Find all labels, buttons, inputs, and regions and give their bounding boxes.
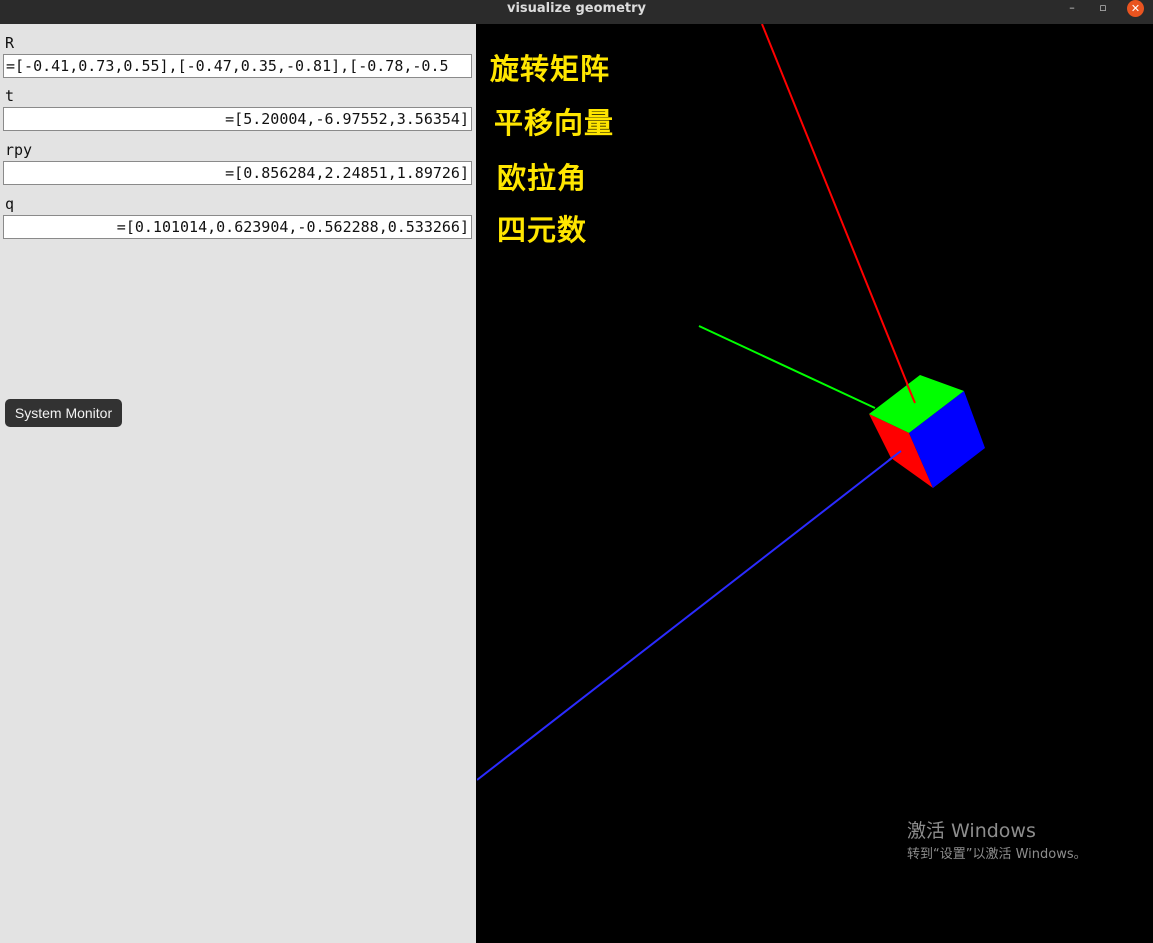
rotation-matrix-annotation: 旋转矩阵: [490, 52, 611, 86]
maximize-button[interactable]: ▫: [1093, 0, 1113, 17]
quaternion-annotation: 四元数: [497, 213, 588, 247]
z-axis-line: [477, 450, 902, 781]
x-axis-line: [761, 24, 916, 404]
translation-label: t: [5, 87, 15, 105]
quaternion-field[interactable]: =[0.101014,0.623904,-0.562288,0.533266]: [3, 215, 472, 239]
euler-angle-annotation: 欧拉角: [497, 161, 588, 195]
translation-field[interactable]: =[5.20004,-6.97552,3.56354]: [3, 107, 472, 131]
activation-watermark-subtitle: 转到“设置”以激活 Windows。: [907, 847, 1087, 862]
y-axis-line: [698, 325, 876, 409]
app-window: visualize geometry – ▫ ✕ R =[-0.41,0.73,…: [0, 0, 1153, 943]
title-bar[interactable]: visualize geometry – ▫ ✕: [0, 0, 1153, 24]
window-title: visualize geometry: [506, 1, 647, 16]
quaternion-label: q: [5, 195, 15, 213]
rpy-field[interactable]: =[0.856284,2.24851,1.89726]: [3, 161, 472, 185]
3d-viewport[interactable]: 旋转矩阵 平移向量 欧拉角 四元数 激活 Windows 转到“设置”以激活 W…: [477, 24, 1153, 943]
minimize-button[interactable]: –: [1062, 0, 1082, 17]
close-button[interactable]: ✕: [1127, 0, 1144, 17]
translation-annotation: 平移向量: [494, 106, 615, 140]
control-panel: R =[-0.41,0.73,0.55],[-0.47,0.35,-0.81],…: [0, 24, 476, 943]
activation-watermark-title: 激活 Windows: [907, 820, 1036, 842]
rpy-label: rpy: [5, 141, 33, 159]
system-monitor-button[interactable]: System Monitor: [5, 399, 122, 427]
rotation-matrix-label: R: [5, 34, 15, 52]
rotation-matrix-field[interactable]: =[-0.41,0.73,0.55],[-0.47,0.35,-0.81],[-…: [3, 54, 472, 78]
